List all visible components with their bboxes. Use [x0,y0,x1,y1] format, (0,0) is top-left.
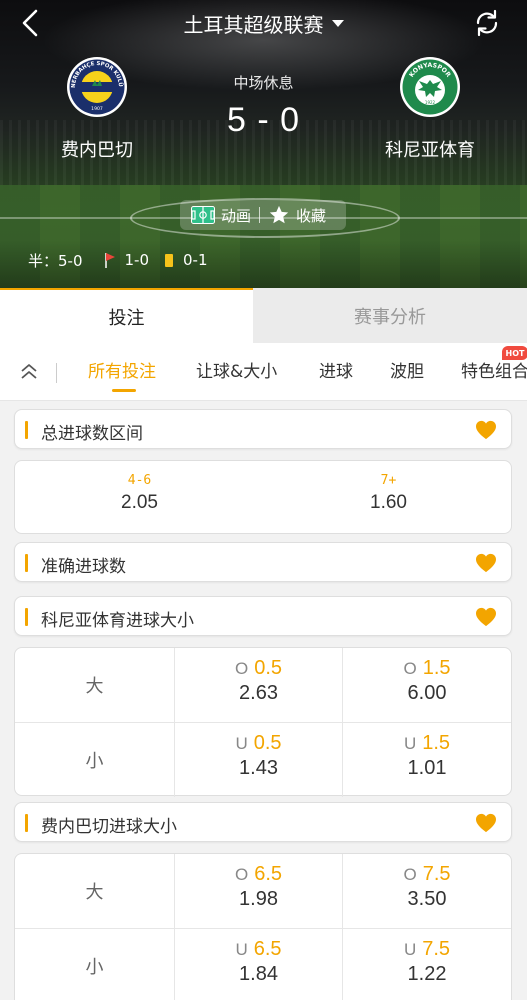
market-category-tabs: 所有投注 让球&大小 进球 波胆 特色组合 HOT [0,343,527,401]
tab-correct-score[interactable]: 波胆 [390,357,424,382]
league-title: 土耳其超级联赛 [183,13,324,37]
option-odd: 1.60 [370,492,407,513]
option-odd: 1.01 [407,757,447,779]
odds-option[interactable]: U 1.5 1.01 [343,723,511,797]
match-stats: 半：5-0 1-0 0-1 [28,250,208,270]
line-value: 6.5 [254,863,283,885]
option-odd: 1.98 [239,888,278,910]
option-odd: 3.50 [407,888,447,910]
market-accent-bar [25,608,28,626]
market-accent-bar [25,814,28,832]
star-icon [269,205,289,224]
line-value: 0.5 [254,657,283,679]
match-status: 中场休息 [233,74,294,92]
favorite-button[interactable]: 收藏 [268,200,326,230]
option-odd: 2.63 [239,682,278,704]
pitch-icon [191,206,215,224]
line-prefix: U [235,734,248,753]
odds-option[interactable]: U 7.5 1.22 [343,929,511,1000]
row-side-label: 大 [15,648,175,722]
pill-divider [259,207,261,223]
tab-match-analysis[interactable]: 赛事分析 [253,288,527,343]
line-prefix: O [403,865,417,884]
line-prefix: O [403,659,417,678]
odds-card-away-goals-ou: 大 O 0.5 2.63 O 1.5 6.00 小 U 0.5 1.43 U 1.5 1… [14,647,512,797]
caret-down-icon [331,20,344,27]
tab-betting[interactable]: 投注 [0,288,253,343]
option-odd: 1.22 [407,963,447,985]
odds-card-home-goals-ou: 大 O 6.5 1.98 O 7.5 3.50 小 U 6.5 1.84 U 7.5 1… [14,853,512,1000]
match-score: 5 - 0 [226,101,301,139]
sub-tabs-divider [56,363,57,383]
odds-option[interactable]: O 7.5 3.50 [343,854,511,928]
over-row: 大 O 6.5 1.98 O 7.5 3.50 [15,854,511,928]
market-accent-bar [25,554,28,572]
collapse-up-icon[interactable] [18,361,40,383]
heart-icon[interactable] [475,420,497,440]
option-label: 7+ [380,473,397,488]
animation-label: 动画 [221,206,252,225]
odds-option[interactable]: 7+ 1.60 [264,473,513,514]
option-label: 4-6 [127,473,152,488]
under-row: 小 U 0.5 1.43 U 1.5 1.01 [15,722,511,797]
heart-icon[interactable] [475,813,497,833]
heart-icon[interactable] [475,607,497,627]
tab-handicap-ou[interactable]: 让球&大小 [196,357,277,382]
row-side-label: 大 [15,854,175,928]
line-prefix: U [403,940,417,959]
league-selector[interactable]: 土耳其超级联赛 [0,9,527,38]
option-odd: 1.43 [239,757,278,779]
market-title: 费内巴切进球大小 [41,817,177,837]
over-row: 大 O 0.5 2.63 O 1.5 6.00 [15,648,511,722]
half-time-score: 半：5-0 [28,251,83,270]
odds-option[interactable]: O 0.5 2.63 [175,648,343,722]
market-title: 准确进球数 [41,557,126,577]
odds-option[interactable]: U 0.5 1.43 [175,723,343,797]
market-title: 总进球数区间 [41,424,143,444]
option-odd: 2.05 [121,492,158,513]
main-tabs: 投注 赛事分析 [0,288,527,343]
under-row: 小 U 6.5 1.84 U 7.5 1.22 [15,928,511,1000]
odds-option[interactable]: 4-6 2.05 [15,473,264,514]
odds-card-total-goals-range: 4-6 2.05 7+ 1.60 [14,460,512,534]
odds-option[interactable]: O 1.5 6.00 [343,648,511,722]
market-title: 科尼亚体育进球大小 [41,611,194,631]
tab-goals[interactable]: 进球 [319,357,353,382]
animation-button[interactable]: 动画 [180,200,251,230]
market-header-total-goals-range[interactable]: 总进球数区间 [14,409,512,449]
line-prefix: O [234,659,249,678]
odds-option[interactable]: O 6.5 1.98 [175,854,343,928]
row-side-label: 小 [15,723,175,797]
corners-count: 1-0 [124,251,150,269]
tab-special-combo[interactable]: 特色组合 [461,357,527,382]
line-value: 6.5 [253,938,282,960]
corner-flag-icon [104,253,115,268]
heart-icon[interactable] [475,553,497,573]
favorite-label: 收藏 [296,206,327,225]
line-value: 1.5 [422,657,451,679]
action-pill: 动画 收藏 [180,200,346,230]
option-odd: 1.84 [239,963,278,985]
line-value: 1.5 [422,732,451,754]
option-odd: 6.00 [407,682,447,704]
line-prefix: O [234,865,249,884]
market-accent-bar [25,421,28,439]
market-header-home-goals-ou[interactable]: 费内巴切进球大小 [14,802,512,842]
line-prefix: U [235,940,248,959]
line-value: 0.5 [253,732,282,754]
yellow-card-icon [165,253,173,267]
yellow-cards-count: 0-1 [183,251,208,269]
refresh-icon[interactable] [472,8,502,38]
market-header-exact-goals[interactable]: 准确进球数 [14,542,512,582]
line-prefix: U [403,734,417,753]
tab-all-bets[interactable]: 所有投注 [88,357,156,382]
active-tab-underline [112,389,136,392]
row-side-label: 小 [15,929,175,1000]
hot-badge: HOT [502,346,527,360]
market-header-away-goals-ou[interactable]: 科尼亚体育进球大小 [14,596,512,636]
odds-option[interactable]: U 6.5 1.84 [175,929,343,1000]
match-header: 土耳其超级联赛 FENERBAHÇE SPOR KULÜBÜ 1907 [0,0,527,288]
line-value: 7.5 [422,938,451,960]
line-value: 7.5 [422,863,451,885]
